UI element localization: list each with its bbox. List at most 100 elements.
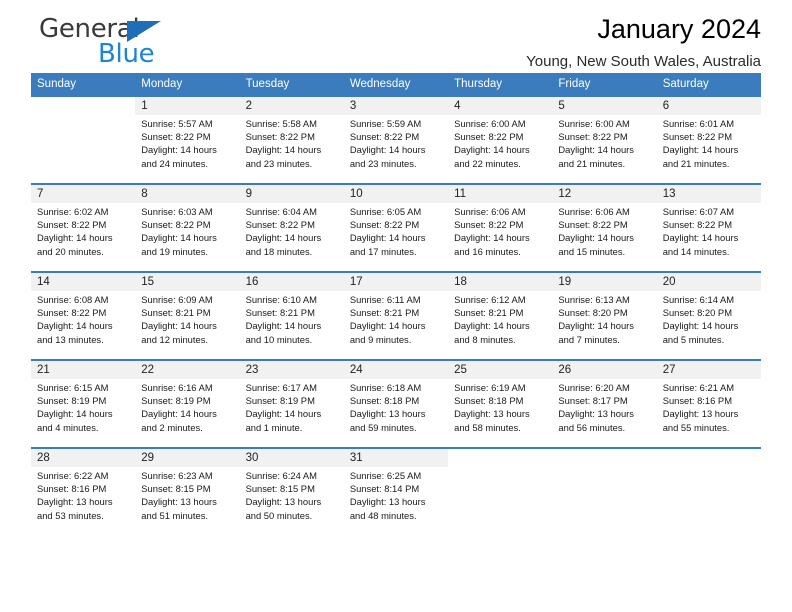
day-info-line: Daylight: 14 hours (349, 320, 426, 332)
day-cell[interactable]: Sunrise: 6:15 AM Sunset: 8:19 PM Daylight:… (31, 379, 136, 441)
day-number[interactable]: 15 (135, 273, 240, 291)
day-cell[interactable]: Sunrise: 6:04 AM Sunset: 8:22 PM Daylight:… (239, 203, 344, 265)
day-number[interactable]: 17 (343, 273, 449, 291)
day-info-line: Daylight: 14 hours (349, 144, 426, 156)
day-info-line: Sunset: 8:22 PM (558, 131, 628, 143)
day-cell[interactable]: Sunrise: 6:20 AM Sunset: 8:17 PM Daylight:… (552, 379, 657, 441)
day-info-line: Sunrise: 6:20 AM (558, 382, 630, 393)
day-info-line: and 56 minutes. (558, 421, 626, 433)
day-number[interactable]: 2 (239, 97, 344, 115)
day-info-line: Sunset: 8:14 PM (349, 483, 420, 495)
day-cell[interactable]: Sunrise: 6:16 AM Sunset: 8:19 PM Daylight:… (135, 379, 240, 441)
day-cell[interactable]: Sunrise: 6:11 AM Sunset: 8:21 PM Daylight:… (343, 291, 449, 353)
day-cell[interactable]: Sunrise: 6:07 AM Sunset: 8:22 PM Daylight:… (656, 203, 761, 265)
day-info-line: Daylight: 13 hours (245, 496, 322, 508)
day-info-line: Sunrise: 6:11 AM (349, 294, 421, 305)
day-number[interactable]: 13 (656, 185, 761, 203)
day-number[interactable]: 3 (343, 97, 449, 115)
day-info-line: Sunrise: 6:01 AM (662, 118, 735, 129)
day-number[interactable]: 24 (343, 361, 449, 379)
day-number[interactable]: 22 (135, 361, 240, 379)
day-info-line: Sunset: 8:21 PM (349, 307, 420, 319)
day-info-line: Sunset: 8:22 PM (662, 219, 732, 231)
day-number[interactable]: 1 (135, 97, 240, 115)
day-cell[interactable]: Sunrise: 6:18 AM Sunset: 8:18 PM Daylight:… (343, 379, 449, 441)
day-cell[interactable]: Sunrise: 6:06 AM Sunset: 8:22 PM Daylight:… (552, 203, 657, 265)
day-cell[interactable]: Sunrise: 6:25 AM Sunset: 8:14 PM Daylight:… (343, 467, 449, 529)
day-info-line: and 48 minutes. (349, 509, 417, 521)
day-cell[interactable]: Sunrise: 6:24 AM Sunset: 8:15 PM Daylight:… (239, 467, 344, 529)
day-cell[interactable]: Sunrise: 6:22 AM Sunset: 8:16 PM Daylight:… (31, 467, 136, 529)
day-number[interactable]: 20 (656, 273, 761, 291)
day-number[interactable]: 11 (448, 185, 553, 203)
day-number[interactable]: 23 (239, 361, 344, 379)
day-number[interactable]: 4 (448, 97, 553, 115)
day-cell[interactable]: Sunrise: 5:57 AM Sunset: 8:22 PM Daylight:… (135, 115, 240, 177)
day-number[interactable]: 29 (135, 449, 240, 467)
day-number[interactable]: 27 (656, 361, 761, 379)
day-number-row: 21 22 23 24 25 26 27 (31, 361, 761, 379)
day-number[interactable]: 6 (656, 97, 761, 115)
day-info-line: and 20 minutes. (37, 245, 104, 257)
day-number[interactable]: 19 (552, 273, 657, 291)
day-cell[interactable]: Sunrise: 6:14 AM Sunset: 8:20 PM Daylight:… (656, 291, 761, 353)
day-number[interactable]: 10 (343, 185, 449, 203)
weekday-header-tuesday: Tuesday (239, 73, 344, 95)
day-number[interactable]: 21 (31, 361, 136, 379)
day-cell[interactable]: Sunrise: 6:12 AM Sunset: 8:21 PM Daylight:… (448, 291, 553, 353)
day-info-line: Sunset: 8:22 PM (454, 219, 524, 231)
day-cell[interactable]: Sunrise: 6:01 AM Sunset: 8:22 PM Daylight:… (656, 115, 761, 177)
day-info-line: Sunrise: 5:57 AM (141, 118, 213, 129)
day-number[interactable]: 9 (239, 185, 344, 203)
day-cell[interactable]: Sunrise: 6:13 AM Sunset: 8:20 PM Daylight:… (552, 291, 657, 353)
day-cell[interactable]: Sunrise: 6:17 AM Sunset: 8:19 PM Daylight:… (239, 379, 344, 441)
day-number[interactable]: 7 (31, 185, 136, 203)
day-number[interactable]: 28 (31, 449, 136, 467)
day-info-line: Daylight: 13 hours (454, 408, 530, 420)
day-cell[interactable]: Sunrise: 6:21 AM Sunset: 8:16 PM Daylight:… (656, 379, 761, 441)
day-number[interactable]: 26 (552, 361, 657, 379)
day-cell[interactable]: Sunrise: 5:59 AM Sunset: 8:22 PM Daylight:… (343, 115, 449, 177)
day-cell[interactable]: Sunrise: 6:03 AM Sunset: 8:22 PM Daylight:… (135, 203, 240, 265)
day-cell[interactable]: Sunrise: 6:08 AM Sunset: 8:22 PM Daylight:… (31, 291, 136, 353)
day-info-line: Sunrise: 6:14 AM (662, 294, 735, 305)
day-number[interactable]: 30 (239, 449, 344, 467)
day-number[interactable]: 8 (135, 185, 240, 203)
day-number[interactable]: 14 (31, 273, 136, 291)
day-info-line: Sunset: 8:17 PM (558, 395, 628, 407)
day-number[interactable]: 16 (239, 273, 344, 291)
day-info-line: and 22 minutes. (454, 157, 521, 169)
day-info-line: Daylight: 14 hours (349, 232, 426, 244)
day-cell[interactable]: Sunrise: 6:09 AM Sunset: 8:21 PM Daylight:… (135, 291, 240, 353)
day-cell[interactable]: Sunrise: 6:00 AM Sunset: 8:22 PM Daylight:… (448, 115, 553, 177)
day-cell[interactable]: Sunrise: 6:00 AM Sunset: 8:22 PM Daylight:… (552, 115, 657, 177)
day-info-line: Sunset: 8:19 PM (141, 395, 211, 407)
day-info-line: Sunset: 8:22 PM (245, 219, 315, 231)
day-info-line: and 21 minutes. (662, 157, 730, 169)
day-info-line: Sunset: 8:22 PM (141, 219, 211, 231)
day-cell[interactable]: Sunrise: 6:06 AM Sunset: 8:22 PM Daylight:… (448, 203, 553, 265)
day-number[interactable]: 5 (552, 97, 657, 115)
general-blue-logo[interactable]: General Blue (39, 14, 219, 69)
day-cell[interactable]: Sunrise: 6:10 AM Sunset: 8:21 PM Daylight:… (239, 291, 344, 353)
day-info-line: Sunset: 8:15 PM (245, 483, 315, 495)
day-info-line: Daylight: 13 hours (349, 496, 426, 508)
day-cell[interactable]: Sunrise: 6:19 AM Sunset: 8:18 PM Daylight:… (448, 379, 553, 441)
day-number[interactable]: 25 (448, 361, 553, 379)
day-cell[interactable]: Sunrise: 6:02 AM Sunset: 8:22 PM Daylight:… (31, 203, 136, 265)
day-detail-row: Sunrise: 6:08 AM Sunset: 8:22 PM Daylight:… (31, 291, 761, 353)
day-number[interactable]: 12 (552, 185, 657, 203)
day-number[interactable]: 18 (448, 273, 553, 291)
day-info-line: Daylight: 14 hours (245, 144, 322, 156)
day-cell[interactable]: Sunrise: 6:05 AM Sunset: 8:22 PM Daylight:… (343, 203, 449, 265)
day-info-line: and 18 minutes. (245, 245, 313, 257)
day-info-line: and 5 minutes. (662, 333, 725, 345)
day-cell[interactable]: Sunrise: 5:58 AM Sunset: 8:22 PM Daylight:… (239, 115, 344, 177)
day-info-line: Sunrise: 6:03 AM (141, 206, 213, 217)
day-number[interactable]: 31 (343, 449, 449, 467)
day-info-line: and 23 minutes. (349, 157, 417, 169)
weekday-header-sunday: Sunday (31, 73, 136, 95)
day-info-line: and 15 minutes. (558, 245, 626, 257)
day-cell[interactable]: Sunrise: 6:23 AM Sunset: 8:15 PM Daylight:… (135, 467, 240, 529)
day-info-line: and 7 minutes. (558, 333, 620, 345)
